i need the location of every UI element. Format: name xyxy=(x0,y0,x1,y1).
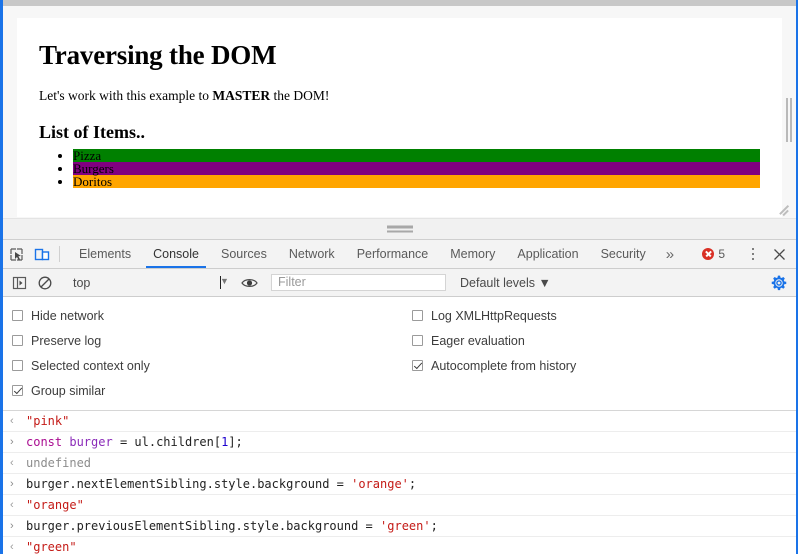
console-line-text: "orange" xyxy=(26,498,84,512)
checkbox-icon[interactable] xyxy=(412,360,423,371)
setting-log-xmlhttprequests[interactable]: Log XMLHttpRequests xyxy=(412,303,798,328)
setting-label: Preserve log xyxy=(31,333,102,348)
chevron-down-icon-levels: ▼ xyxy=(538,275,551,290)
more-options-button[interactable] xyxy=(740,247,766,261)
result-arrow-icon: ‹ xyxy=(10,499,14,511)
paragraph-suffix: the DOM! xyxy=(270,88,330,103)
inspect-element-icon[interactable] xyxy=(3,240,29,268)
chevron-down-icon: ▼ xyxy=(220,276,229,289)
devtools-splitter[interactable] xyxy=(3,218,796,240)
page-viewport: Traversing the DOM Let's work with this … xyxy=(3,6,796,218)
console-settings-button[interactable] xyxy=(771,275,793,291)
console-line-text: "pink" xyxy=(26,414,70,428)
paragraph-bold: MASTER xyxy=(212,88,271,103)
tab-security[interactable]: Security xyxy=(590,240,657,268)
tab-performance[interactable]: Performance xyxy=(346,240,440,268)
tab-sources[interactable]: Sources xyxy=(210,240,278,268)
splitter-handle-icon xyxy=(386,224,413,235)
close-devtools-button[interactable] xyxy=(766,248,792,261)
console-settings-panel: Hide network Preserve log Selected context… xyxy=(3,297,796,411)
clear-console-icon[interactable] xyxy=(32,276,58,290)
prompt-arrow-icon: › xyxy=(10,436,14,448)
list-item: Burgers xyxy=(73,162,760,175)
error-icon xyxy=(702,248,715,260)
page-title: Traversing the DOM xyxy=(39,40,277,70)
console-settings-right: Log XMLHttpRequests Eager evaluation Autoc… xyxy=(403,303,798,403)
setting-group-similar[interactable]: Group similar xyxy=(12,378,403,403)
error-badge[interactable]: 5 xyxy=(696,247,731,261)
setting-selected-context-only[interactable]: Selected context only xyxy=(12,353,403,378)
console-line-text: burger.previousElementSibling.style.back… xyxy=(26,519,438,533)
page-paragraph: Let's work with this example to MASTER t… xyxy=(39,88,760,104)
log-levels-label: Default levels xyxy=(460,275,536,290)
kebab-menu-icon xyxy=(751,247,755,261)
device-toolbar-toggle-icon[interactable] xyxy=(29,240,55,268)
log-levels-selector[interactable]: Default levels ▼ xyxy=(460,276,551,290)
prompt-arrow-icon: › xyxy=(10,520,14,532)
console-line-result: ‹ "orange" xyxy=(3,495,796,516)
console-line-result: ‹ "green" xyxy=(3,537,796,554)
console-sidebar-toggle-icon[interactable] xyxy=(6,276,32,290)
console-line-text: undefined xyxy=(26,456,92,470)
console-settings-left: Hide network Preserve log Selected context… xyxy=(3,303,403,403)
console-filter-bar: top ▼ Default levels ▼ xyxy=(3,269,796,297)
page-subtitle: List of Items.. xyxy=(39,122,145,142)
devtools-tabbar-right: 5 xyxy=(696,240,796,268)
list-item: Pizza xyxy=(73,149,760,162)
setting-label: Autocomplete from history xyxy=(431,358,577,373)
console-line-result: ‹ "pink" xyxy=(3,411,796,432)
item-list: PizzaBurgersDoritos xyxy=(39,149,760,188)
checkbox-icon[interactable] xyxy=(12,310,23,321)
tab-application[interactable]: Application xyxy=(506,240,589,268)
tab-memory[interactable]: Memory xyxy=(439,240,506,268)
result-arrow-icon: ‹ xyxy=(10,541,14,553)
console-line-input: › burger.nextElementSibling.style.backgro… xyxy=(3,474,796,495)
tab-network[interactable]: Network xyxy=(278,240,346,268)
console-line-result: ‹ undefined xyxy=(3,453,796,474)
setting-label: Group similar xyxy=(31,383,106,398)
setting-eager-evaluation[interactable]: Eager evaluation xyxy=(412,328,798,353)
console-line-input: › const burger = ul.children[1]; xyxy=(3,432,796,453)
checkbox-icon[interactable] xyxy=(12,385,23,396)
console-line-text: "green" xyxy=(26,540,77,554)
setting-label: Log XMLHttpRequests xyxy=(431,308,557,323)
setting-autocomplete-from-history[interactable]: Autocomplete from history xyxy=(412,353,798,378)
console-line-text: const burger = ul.children[1]; xyxy=(26,435,243,449)
console-output[interactable]: ‹ "pink" › const burger = ul.children[1]; ‹ u… xyxy=(3,411,796,554)
setting-label: Selected context only xyxy=(31,358,150,373)
setting-preserve-log[interactable]: Preserve log xyxy=(12,328,403,353)
checkbox-icon[interactable] xyxy=(12,360,23,371)
live-expression-eye-icon[interactable] xyxy=(236,277,262,289)
setting-hide-network[interactable]: Hide network xyxy=(12,303,403,328)
console-line-text: burger.nextElementSibling.style.backgrou… xyxy=(26,477,417,491)
devtools-tab-list: Elements Console Sources Network Performance… xyxy=(68,240,683,268)
tab-console[interactable]: Console xyxy=(142,240,210,268)
page-scrollbar[interactable] xyxy=(785,98,794,142)
setting-label: Hide network xyxy=(31,308,104,323)
result-arrow-icon: ‹ xyxy=(10,457,14,469)
result-arrow-icon: ‹ xyxy=(10,415,14,427)
gear-icon xyxy=(771,275,787,290)
devtools-panel: Elements Console Sources Network Performance… xyxy=(3,240,796,554)
rendered-page: Traversing the DOM Let's work with this … xyxy=(17,18,782,217)
devtools-tabbar: Elements Console Sources Network Performance… xyxy=(3,240,796,269)
tab-elements[interactable]: Elements xyxy=(68,240,142,268)
browser-window: Traversing the DOM Let's work with this … xyxy=(0,0,798,554)
execution-context-value: top xyxy=(73,275,91,290)
paragraph-prefix: Let's work with this example to xyxy=(39,88,213,103)
checkbox-icon[interactable] xyxy=(412,335,423,346)
error-count: 5 xyxy=(718,247,725,261)
checkbox-icon[interactable] xyxy=(12,335,23,346)
more-tabs-icon[interactable]: » xyxy=(657,240,683,268)
checkbox-icon[interactable] xyxy=(412,310,423,321)
prompt-arrow-icon: › xyxy=(10,478,14,490)
setting-label: Eager evaluation xyxy=(431,333,525,348)
toolbar-divider xyxy=(59,246,60,262)
execution-context-selector[interactable]: top ▼ xyxy=(67,275,229,290)
resize-grip-icon[interactable] xyxy=(777,200,791,216)
list-item: Doritos xyxy=(73,175,760,188)
filter-input[interactable] xyxy=(271,274,446,291)
console-line-input: › burger.previousElementSibling.style.bac… xyxy=(3,516,796,537)
